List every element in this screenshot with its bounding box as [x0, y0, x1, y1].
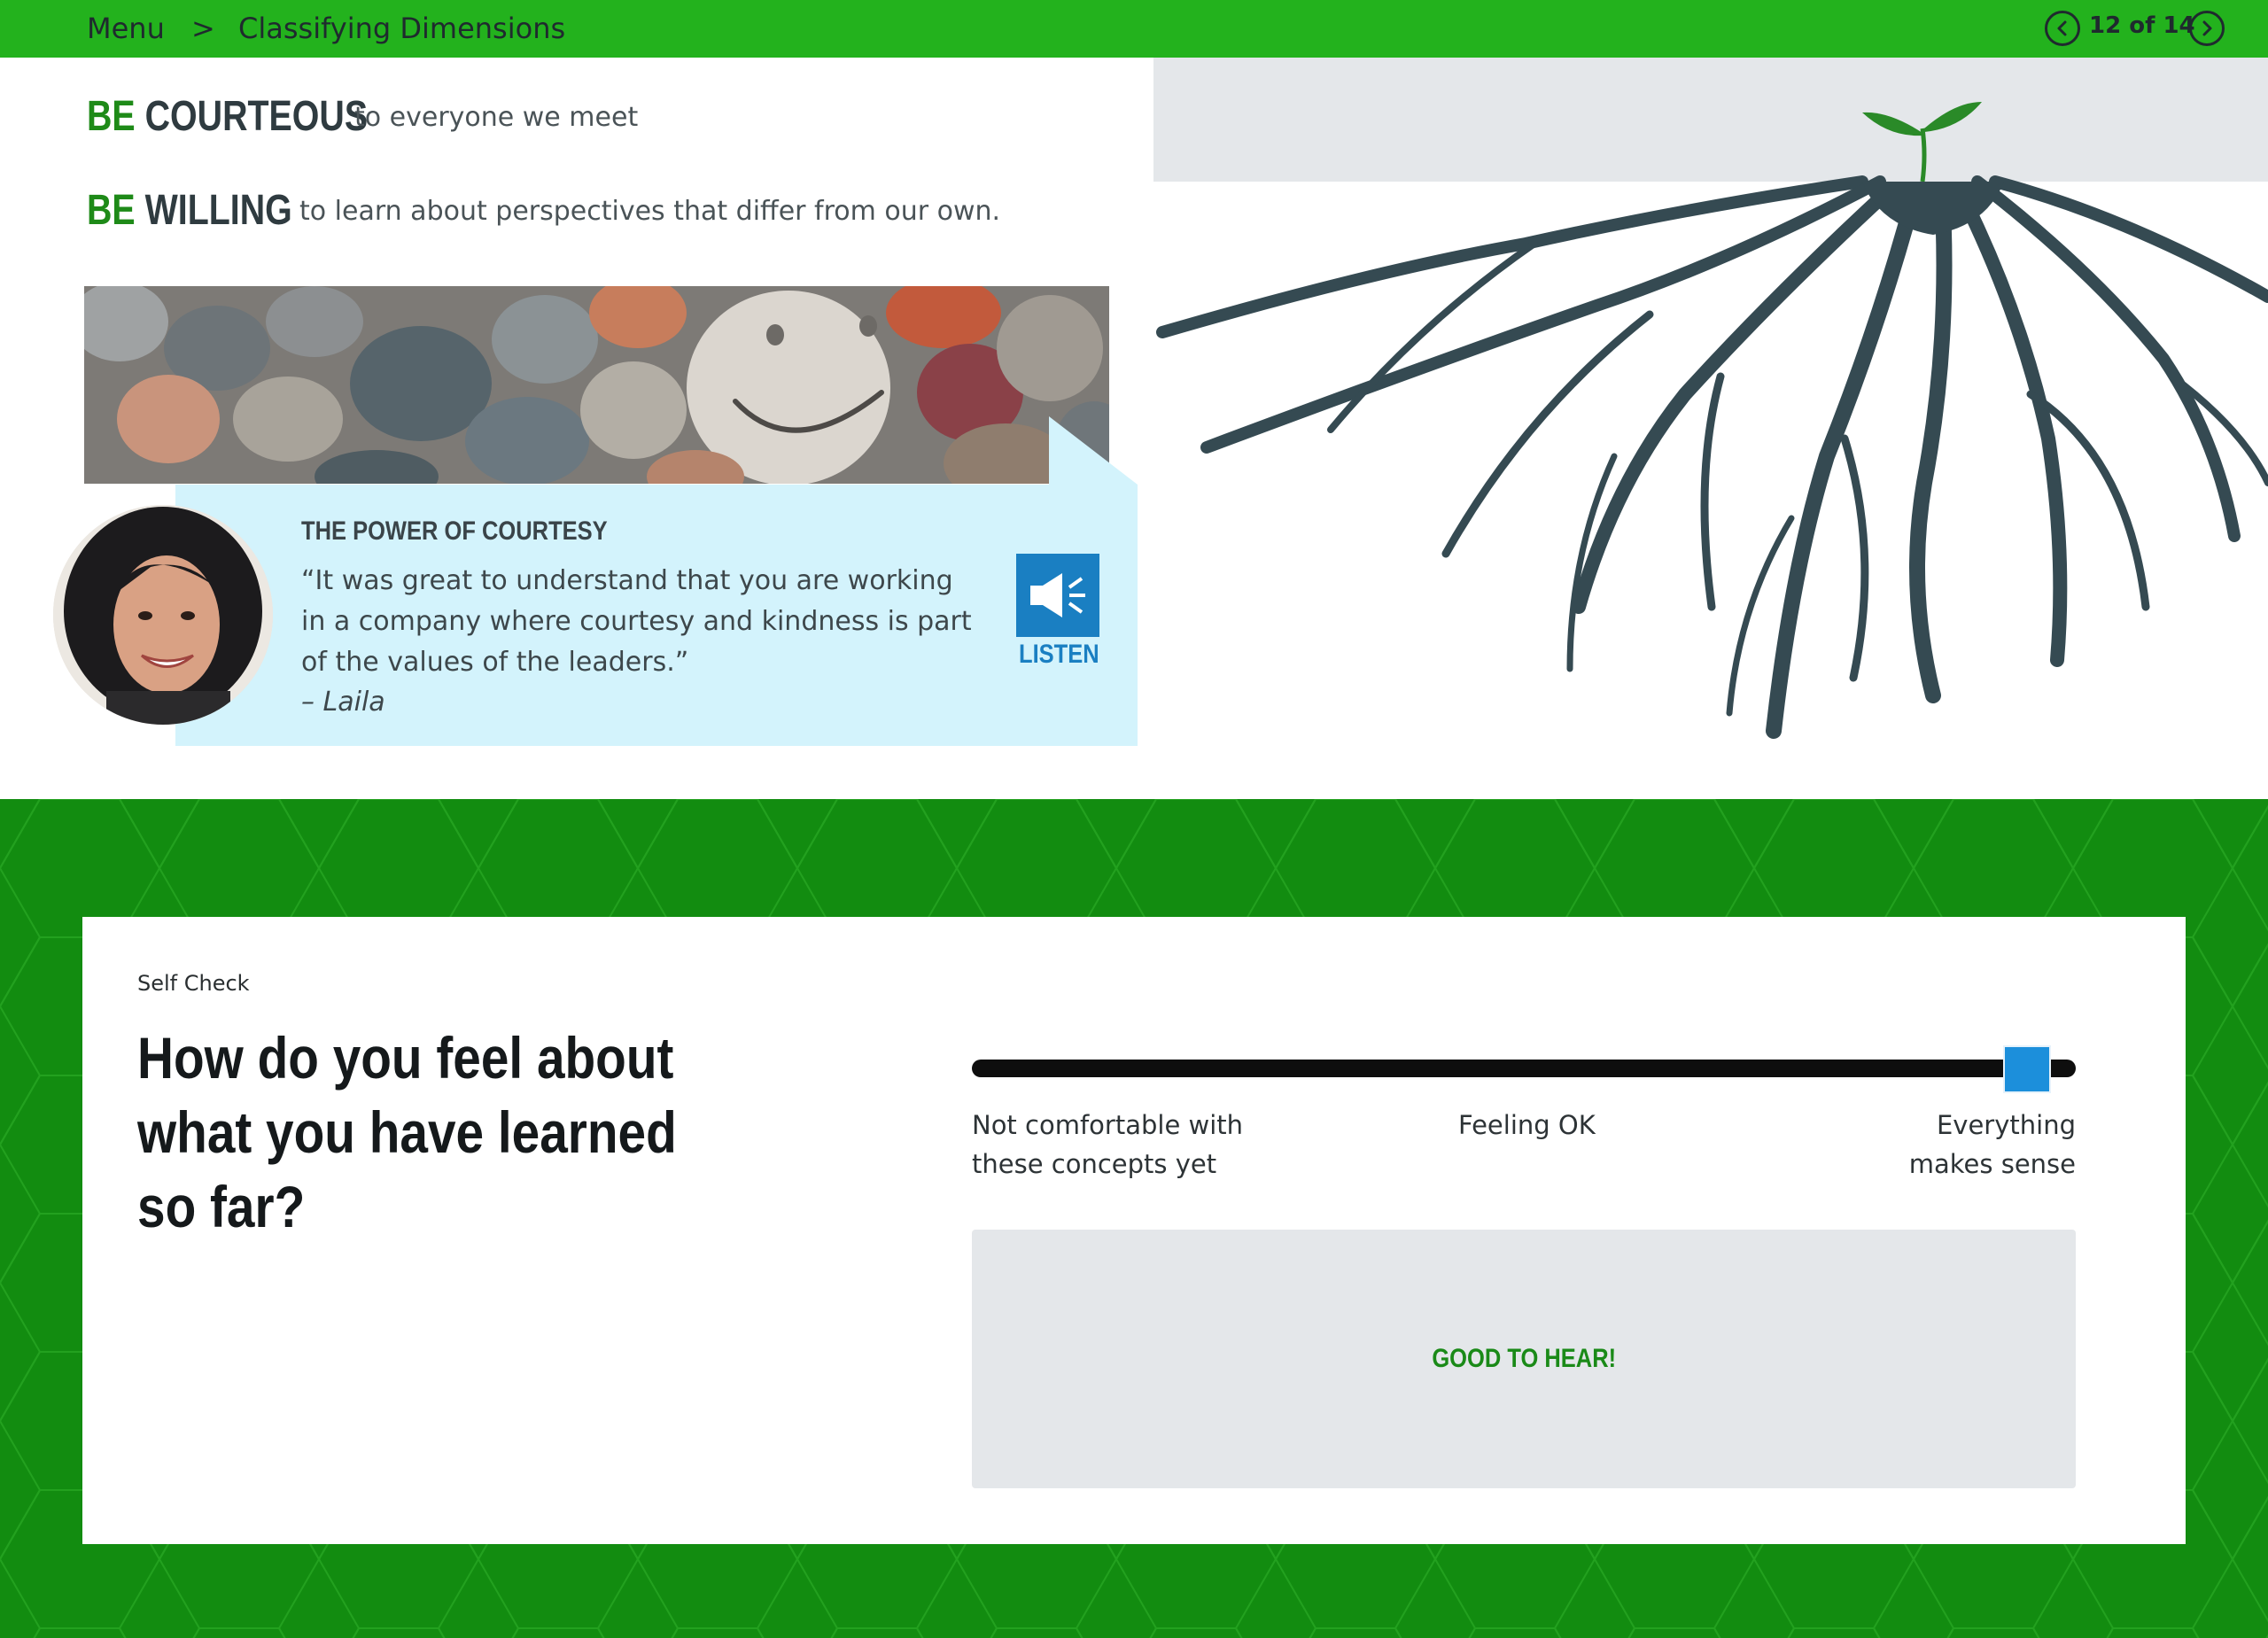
quote-author: – Laila: [301, 687, 385, 718]
principle-keyword: WILLING: [144, 187, 292, 234]
slider-middle-label: Feeling OK: [1458, 1110, 1596, 1140]
speaker-icon: [1030, 573, 1085, 617]
principle-willing-description: to learn about perspectives that differ …: [299, 196, 1001, 227]
listen-button[interactable]: [1016, 554, 1099, 637]
self-check-label: Self Check: [137, 971, 250, 996]
slider-right-label: Everything makes sense: [1908, 1110, 2076, 1179]
principle-willing-heading: BE WILLING: [87, 186, 292, 235]
principle-courteous-description: to everyone we meet: [354, 102, 639, 133]
principle-courteous-heading: BE COURTEOUS: [87, 92, 368, 141]
quote-card-notch: [1049, 416, 1138, 485]
comfort-slider-thumb[interactable]: [2003, 1045, 2051, 1093]
quote-title: THE POWER OF COURTESY: [301, 516, 608, 546]
feedback-text: GOOD TO HEAR!: [1432, 1344, 1616, 1373]
listen-label[interactable]: LISTEN: [1019, 640, 1099, 670]
seedling-icon: [1862, 102, 1982, 182]
self-check-question: How do you feel about what you have lear…: [137, 1025, 677, 1239]
roots-illustration: [1156, 102, 2268, 739]
page-title: Classifying Dimensions: [238, 12, 566, 45]
comfort-slider-track[interactable]: [972, 1060, 2076, 1077]
chevron-right-icon: [2202, 20, 2212, 36]
feedback-text-wrap: GOOD TO HEAR!: [972, 1230, 2076, 1488]
principle-be: BE: [87, 93, 136, 140]
slider-left-label: Not comfortable with these concepts yet: [972, 1110, 1244, 1179]
breadcrumb-separator: >: [191, 12, 215, 45]
chevron-left-icon: [2057, 20, 2067, 36]
feedback-panel: GOOD TO HEAR!: [972, 1230, 2076, 1488]
smiling-rocks-image: [84, 286, 1109, 484]
previous-page-button[interactable]: [2045, 11, 2080, 46]
page-counter: 12 of 14: [2089, 12, 2195, 39]
quote-text: “It was great to understand that you are…: [301, 565, 972, 678]
avatar: [53, 505, 273, 725]
menu-link[interactable]: Menu: [87, 12, 165, 45]
next-page-button[interactable]: [2189, 11, 2225, 46]
principle-be: BE: [87, 187, 136, 234]
principle-keyword: COURTEOUS: [144, 93, 369, 140]
